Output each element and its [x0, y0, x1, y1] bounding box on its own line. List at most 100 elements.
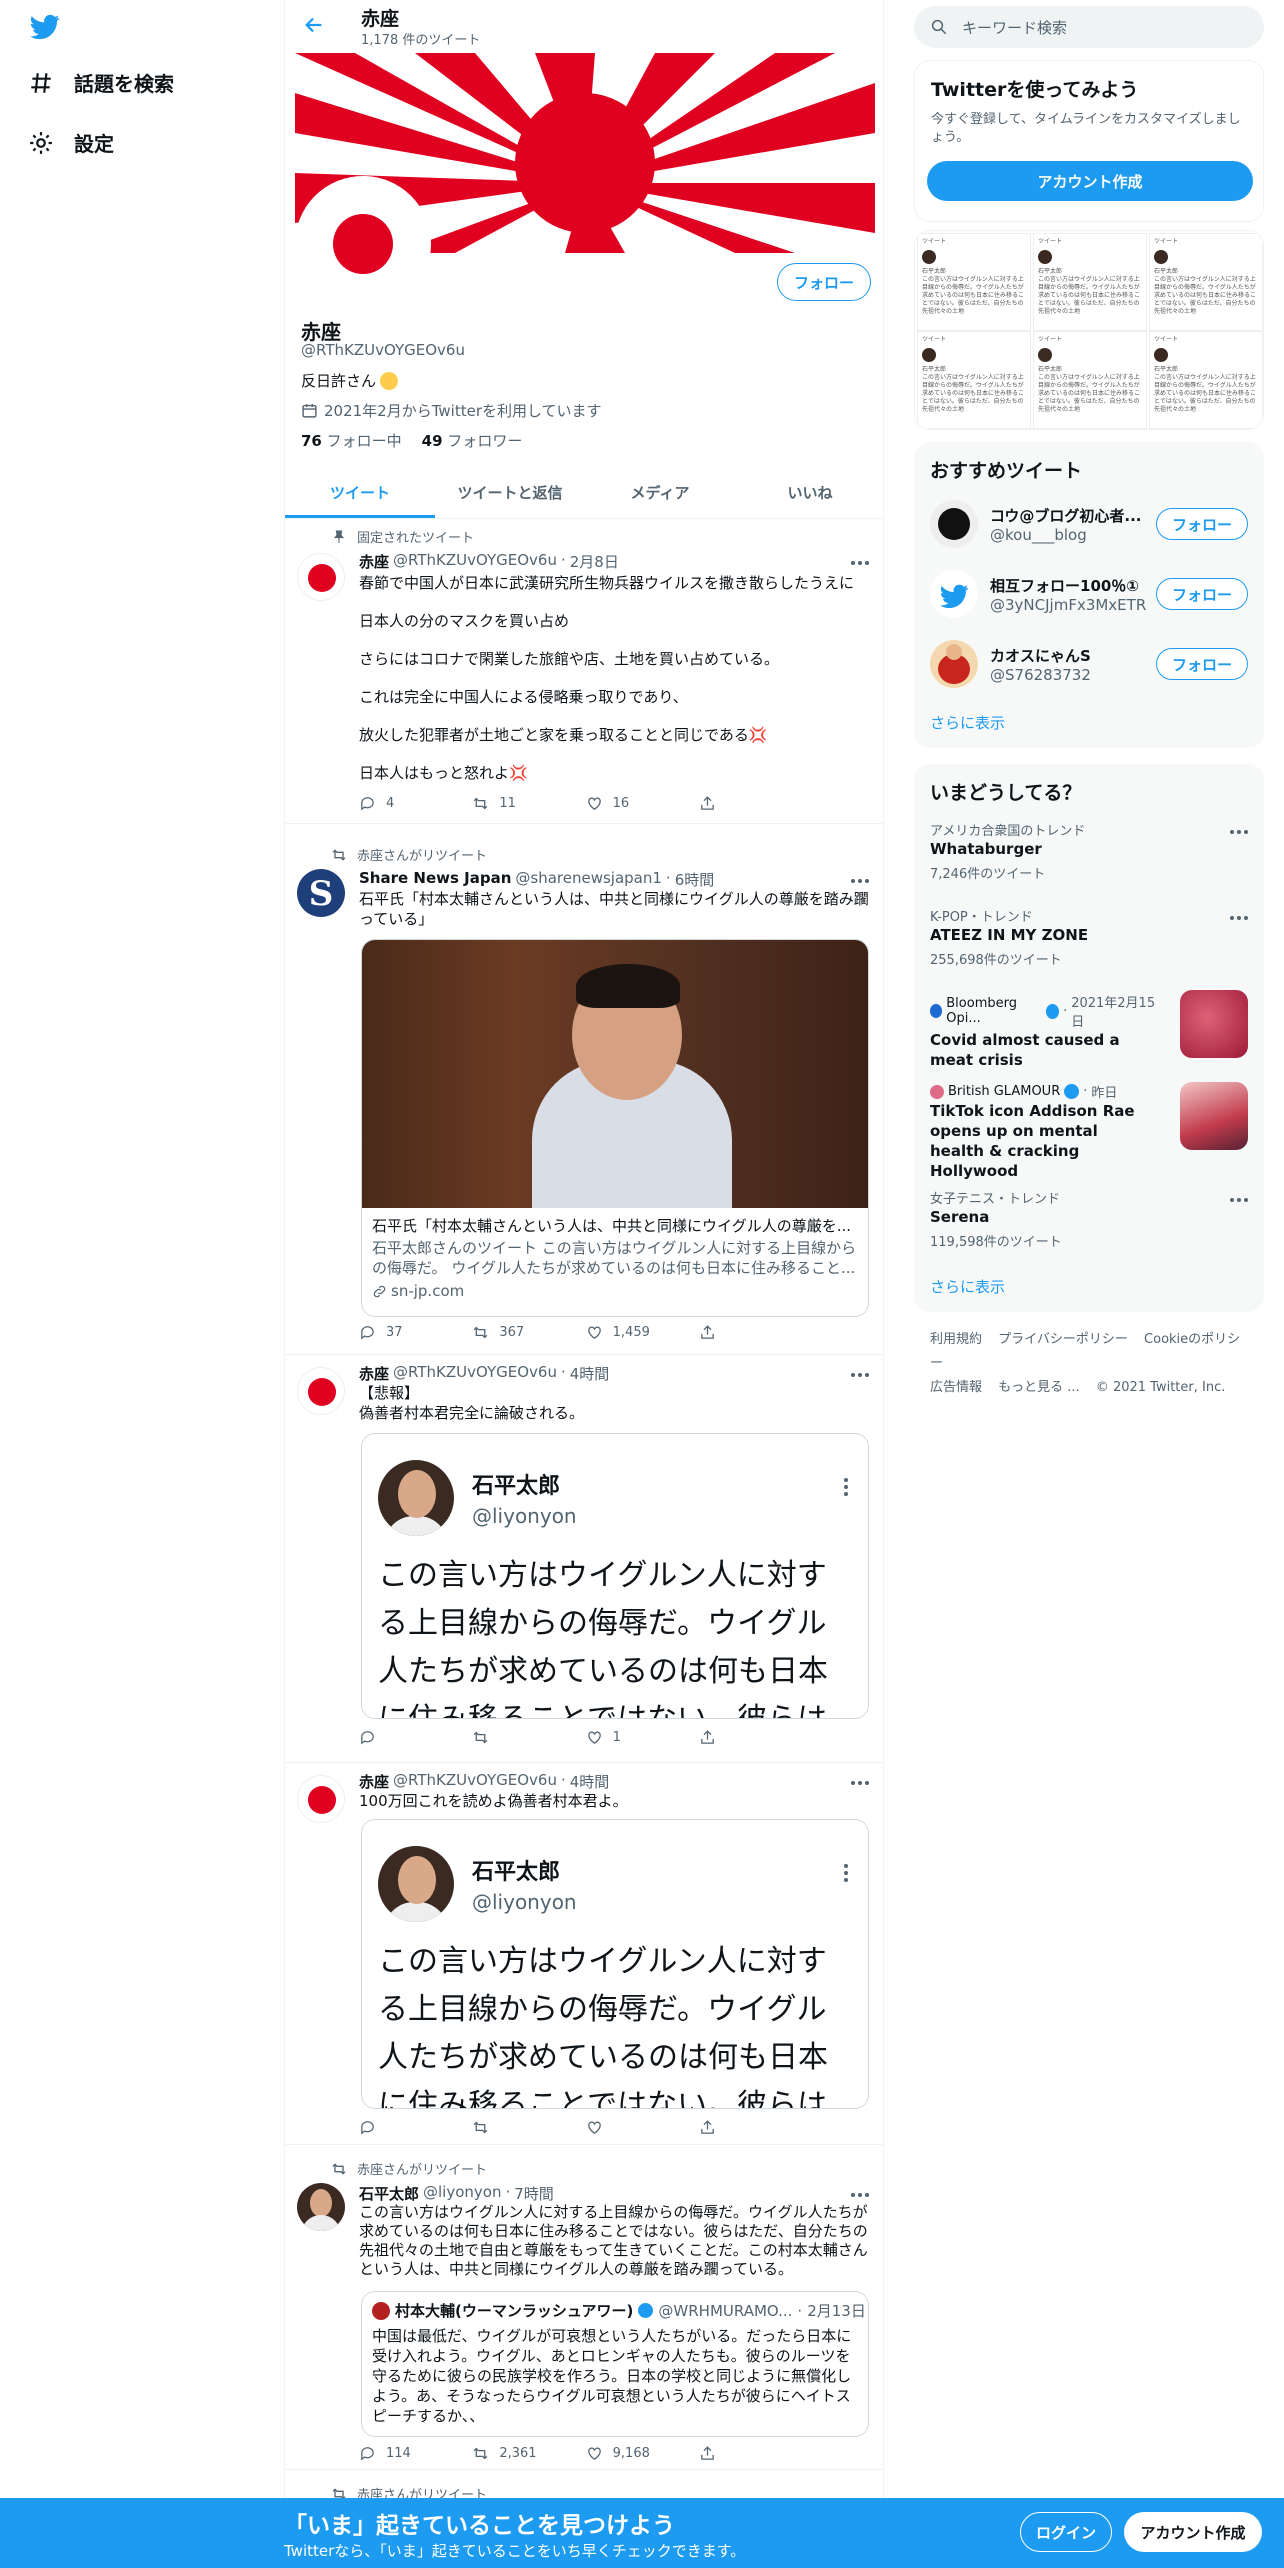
- like-button[interactable]: 9,168: [586, 2445, 676, 2462]
- share-button[interactable]: [699, 795, 789, 812]
- tweet-pinned[interactable]: 固定されたツイート 赤座 @RThKZUvOYGEOv6u · 2月8日 春節で…: [285, 519, 883, 824]
- footer-link[interactable]: 利用規約: [930, 1332, 982, 1347]
- twitter-bird-icon: [930, 570, 978, 618]
- follow-button[interactable]: フォロー: [1156, 578, 1248, 610]
- tweet-time[interactable]: 4時間: [570, 1363, 610, 1384]
- follow-button[interactable]: フォロー: [1156, 508, 1248, 540]
- profile-avatar[interactable]: [295, 176, 431, 312]
- tweet-retweet-news[interactable]: 赤座さんがリツイート S Share News Japan @sharenews…: [285, 835, 883, 1355]
- news-thumbnail[interactable]: [1180, 990, 1248, 1058]
- tweet-avatar[interactable]: [297, 553, 345, 601]
- tweet-author-handle[interactable]: @RThKZUvOYGEOv6u: [393, 1363, 557, 1384]
- footer-link[interactable]: 広告情報: [930, 1380, 982, 1395]
- search-placeholder: キーワード検索: [962, 18, 1068, 37]
- retweet-button[interactable]: 2,361: [472, 2445, 562, 2462]
- heart-icon: [587, 2121, 601, 2134]
- more-icon[interactable]: [851, 1781, 869, 1785]
- like-button[interactable]: 16: [586, 795, 676, 812]
- tweet-author-name[interactable]: 赤座: [359, 1771, 389, 1792]
- tweet-author-name[interactable]: 赤座: [359, 1363, 389, 1384]
- signup-button[interactable]: アカウント作成: [1124, 2512, 1262, 2552]
- login-button[interactable]: ログイン: [1020, 2512, 1112, 2552]
- share-button[interactable]: [699, 2445, 789, 2462]
- reply-button[interactable]: 114: [359, 2445, 449, 2462]
- trend-item[interactable]: K-POP・トレンド ATEEZ IN MY ZONE 255,698件のツイー…: [930, 906, 1248, 968]
- tab-media[interactable]: メディア: [585, 467, 735, 518]
- nav-explore[interactable]: 話題を検索: [28, 68, 174, 97]
- more-icon[interactable]: [851, 2193, 869, 2197]
- recommended-handle: @S76283732: [990, 665, 1091, 684]
- show-more-link[interactable]: さらに表示: [930, 1276, 1005, 1297]
- share-button[interactable]: [699, 1324, 789, 1341]
- retweet-button[interactable]: [472, 2119, 562, 2136]
- more-icon[interactable]: [1230, 1198, 1248, 1202]
- tweet-time[interactable]: 4時間: [570, 1771, 610, 1792]
- tweet-author-handle[interactable]: @RThKZUvOYGEOv6u: [393, 551, 557, 572]
- news-source: Bloomberg Opi... · 2021年2月15日: [930, 992, 1156, 1030]
- following-link[interactable]: 76 フォロー中: [301, 430, 402, 451]
- retweet-button[interactable]: [472, 1729, 562, 1746]
- retweet-button[interactable]: 11: [472, 795, 562, 812]
- recommended-avatar: [930, 640, 978, 688]
- trend-item[interactable]: 女子テニス・トレンド Serena 119,598件のツイート: [930, 1188, 1248, 1250]
- tweet-avatar[interactable]: [297, 2183, 345, 2231]
- recommended-user[interactable]: 相互フォロー100％① @3yNCJjmFx3MxETR フォロー: [930, 564, 1248, 624]
- tweet-author-handle[interactable]: @RThKZUvOYGEOv6u: [393, 1771, 557, 1792]
- more-icon[interactable]: [1230, 916, 1248, 920]
- footer-link[interactable]: もっと見る ...: [998, 1380, 1080, 1395]
- recommended-user[interactable]: カオスにゃんS @S76283732 フォロー: [930, 634, 1248, 694]
- like-button[interactable]: [586, 2119, 676, 2136]
- trend-item[interactable]: アメリカ合衆国のトレンド Whataburger 7,246件のツイート: [930, 820, 1248, 882]
- reply-button[interactable]: [359, 1729, 449, 1746]
- like-button[interactable]: 1,459: [586, 1324, 676, 1341]
- nav-settings[interactable]: 設定: [28, 128, 114, 157]
- tweet-author-handle[interactable]: @sharenewsjapan1: [515, 869, 662, 890]
- tweet-author-name[interactable]: 石平太郎: [359, 2183, 419, 2204]
- tweet-time[interactable]: 2月8日: [570, 551, 619, 572]
- quoted-tweet[interactable]: 村本大輔(ウーマンラッシュアワー) @WRHMURAMO... · 2月13日 …: [361, 2291, 869, 2437]
- reply-button[interactable]: 37: [359, 1324, 449, 1341]
- tweet-avatar[interactable]: [297, 1775, 345, 1823]
- tweet-image-mosaic[interactable]: ツイート 石平太郎 この言い方はウイグルン人に対する上目線からの侮辱だ。ウイグル人た…: [914, 230, 1264, 430]
- tab-tweets[interactable]: ツイート: [285, 467, 435, 518]
- tweet-avatar[interactable]: S: [297, 869, 345, 917]
- tweet-author-name[interactable]: 赤座: [359, 551, 389, 572]
- news-thumbnail[interactable]: [1180, 1082, 1248, 1150]
- embedded-tweet-image[interactable]: 石平太郎 @liyonyon この言い方はウイグルン人に対する上目線からの侮辱だ…: [361, 1819, 869, 2109]
- retweet-button[interactable]: 367: [472, 1324, 562, 1341]
- follow-button[interactable]: フォロー: [1156, 648, 1248, 680]
- embedded-tweet-image[interactable]: 石平太郎 @liyonyon この言い方はウイグルン人に対する上目線からの侮辱だ…: [361, 1433, 869, 1719]
- recommended-user[interactable]: コウ@ブログ初心者... @kou___blog フォロー: [930, 494, 1248, 554]
- tweet-time[interactable]: 6時間: [675, 869, 715, 890]
- embed-avatar: [378, 1460, 454, 1536]
- link-card[interactable]: 石平氏「村本太輔さんという人は、中共と同様にウイグル人の尊厳を... 石平太郎さ…: [361, 939, 869, 1317]
- trend-news-item[interactable]: British GLAMOUR · 昨日 TikTok icon Addison…: [930, 1082, 1156, 1181]
- share-button[interactable]: [699, 1729, 789, 1746]
- tab-likes[interactable]: いいね: [735, 467, 883, 518]
- profile-follow-button[interactable]: フォロー: [777, 263, 871, 301]
- twitter-logo-icon[interactable]: [28, 12, 62, 42]
- tweet-avatar[interactable]: [297, 1367, 345, 1415]
- footer-link[interactable]: プライバシーポリシー: [998, 1332, 1128, 1347]
- share-button[interactable]: [699, 2119, 789, 2136]
- more-icon[interactable]: [1230, 830, 1248, 834]
- tweet-author-handle[interactable]: @liyonyon: [423, 2183, 501, 2204]
- tab-tweets-replies[interactable]: ツイートと返信: [435, 467, 585, 518]
- reply-button[interactable]: [359, 2119, 449, 2136]
- more-icon[interactable]: [851, 561, 869, 565]
- tweet-retweet-quote[interactable]: 赤座さんがリツイート 石平太郎 @liyonyon · 7時間 この言い方はウイ…: [285, 2145, 883, 2470]
- tweet-time[interactable]: 7時間: [514, 2183, 554, 2204]
- tweet-author-name[interactable]: Share News Japan: [359, 869, 511, 890]
- more-icon[interactable]: [851, 1373, 869, 1377]
- reply-button[interactable]: 4: [359, 795, 449, 812]
- tweet-embed-1[interactable]: 赤座 @RThKZUvOYGEOv6u · 4時間 【悲報】 偽善者村本君完全に…: [285, 1355, 883, 1763]
- trend-news-item[interactable]: Bloomberg Opi... · 2021年2月15日 Covid almo…: [930, 992, 1156, 1070]
- tweet-embed-2[interactable]: 赤座 @RThKZUvOYGEOv6u · 4時間 100万回これを読めよ偽善者…: [285, 1763, 883, 2145]
- like-button[interactable]: 1: [586, 1729, 676, 1746]
- more-icon[interactable]: [851, 879, 869, 883]
- signup-button[interactable]: アカウント作成: [927, 161, 1253, 201]
- followers-link[interactable]: 49 フォロワー: [422, 430, 523, 451]
- show-more-link[interactable]: さらに表示: [930, 712, 1005, 733]
- search-box[interactable]: キーワード検索: [914, 6, 1264, 48]
- back-arrow-icon[interactable]: [303, 14, 325, 36]
